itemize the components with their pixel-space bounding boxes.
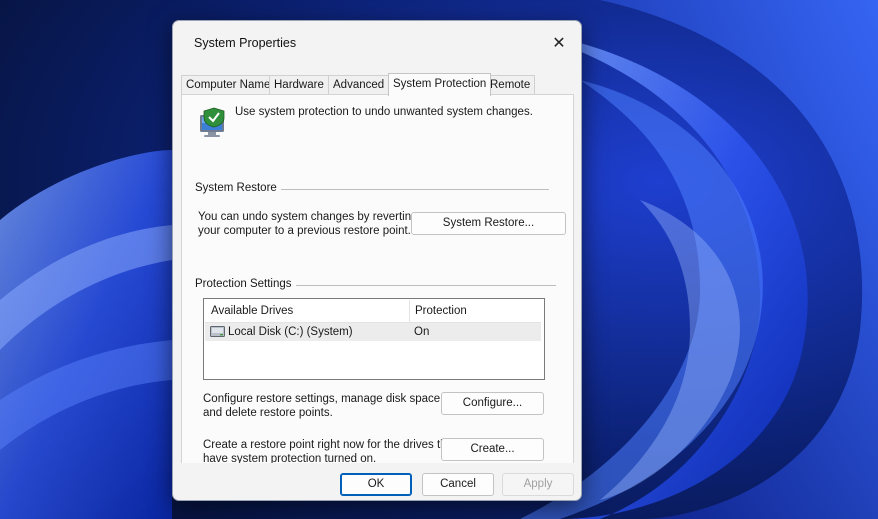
close-button[interactable]: ✕ (539, 30, 579, 56)
column-available-drives[interactable]: Available Drives (205, 300, 293, 322)
intro-text: Use system protection to undo unwanted s… (235, 106, 533, 118)
system-protection-icon (200, 107, 225, 137)
system-properties-dialog: System Properties ✕ Computer Name Hardwa… (172, 20, 582, 501)
create-description-line1: Create a restore point right now for the… (203, 439, 457, 451)
tab-computer-name[interactable]: Computer Name (181, 75, 276, 95)
configure-description-line1: Configure restore settings, manage disk … (203, 393, 444, 405)
tab-hardware[interactable]: Hardware (269, 75, 329, 95)
system-restore-button[interactable]: System Restore... (411, 212, 566, 235)
ok-button[interactable]: OK (340, 473, 412, 496)
cancel-button[interactable]: Cancel (422, 473, 494, 496)
drive-name: Local Disk (C:) (System) (228, 326, 353, 338)
configure-button[interactable]: Configure... (441, 392, 544, 415)
tab-bar: Computer Name Hardware Advanced System P… (181, 73, 573, 96)
drive-icon (210, 326, 225, 337)
system-restore-description-line2: your computer to a previous restore poin… (198, 225, 411, 237)
close-icon: ✕ (552, 35, 566, 52)
tab-system-protection[interactable]: System Protection (388, 73, 492, 96)
column-protection[interactable]: Protection (409, 300, 467, 322)
drives-list[interactable]: Available Drives Protection Local Disk (… (203, 298, 545, 380)
configure-description-line2: and delete restore points. (203, 407, 333, 419)
drives-list-header: Available Drives Protection (205, 300, 541, 323)
system-restore-description-line1: You can undo system changes by reverting (198, 211, 418, 223)
protection-settings-group-label: Protection Settings (195, 278, 296, 290)
tab-remote[interactable]: Remote (485, 75, 536, 95)
apply-button[interactable]: Apply (502, 473, 574, 496)
create-button[interactable]: Create... (441, 438, 544, 461)
drive-protection-status: On (414, 326, 430, 338)
drive-row[interactable]: Local Disk (C:) (System) On (205, 323, 541, 341)
dialog-footer: OK Cancel Apply (173, 463, 581, 500)
system-protection-panel: Use system protection to undo unwanted s… (181, 94, 574, 465)
system-restore-group-label: System Restore (195, 182, 281, 194)
tab-advanced[interactable]: Advanced (328, 75, 390, 95)
dialog-title: System Properties (194, 36, 297, 50)
